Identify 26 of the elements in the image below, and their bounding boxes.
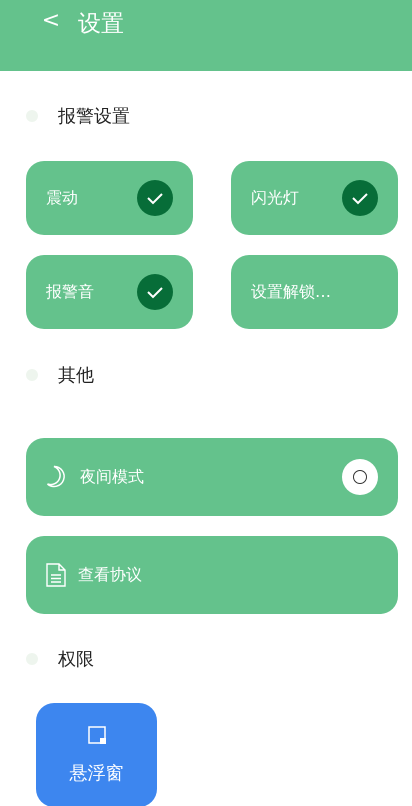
setting-tile[interactable]: 闪光灯 <box>231 161 398 235</box>
window-icon <box>86 725 106 745</box>
section-title: 其他 <box>58 364 94 387</box>
row-label: 查看协议 <box>78 564 143 586</box>
setting-tile[interactable]: 震动 <box>26 161 193 235</box>
setting-tile[interactable]: 报警音 <box>26 255 193 329</box>
moon-icon <box>46 465 68 489</box>
tile-label: 震动 <box>46 188 78 208</box>
check-icon[interactable] <box>342 180 378 216</box>
row-label: 夜间模式 <box>80 466 145 488</box>
tile-label: 设置解锁… <box>251 282 331 302</box>
radio-button[interactable] <box>342 459 378 495</box>
tile-label: 报警音 <box>46 282 94 302</box>
section-title: 报警设置 <box>58 105 130 128</box>
check-icon[interactable] <box>137 180 173 216</box>
tile-label: 悬浮窗 <box>70 762 124 785</box>
setting-tile[interactable]: 设置解锁… <box>231 255 398 329</box>
section-title: 权限 <box>58 648 94 671</box>
setting-row[interactable]: 查看协议 <box>26 536 398 614</box>
check-icon[interactable] <box>137 274 173 310</box>
back-button[interactable]: < <box>40 8 62 33</box>
permission-tile[interactable]: 悬浮窗 <box>36 703 157 806</box>
page-title: 设置 <box>78 10 124 39</box>
document-icon <box>46 563 66 587</box>
tile-label: 闪光灯 <box>251 188 299 208</box>
setting-row[interactable]: 夜间模式 <box>26 438 398 516</box>
